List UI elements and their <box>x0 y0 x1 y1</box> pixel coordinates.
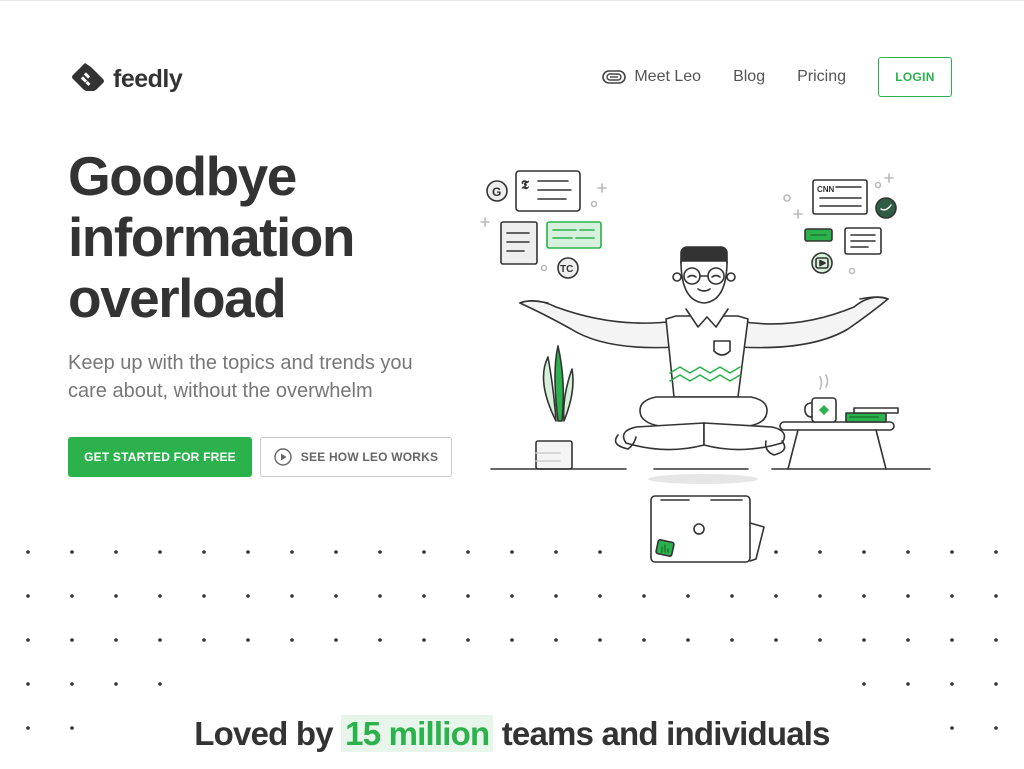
feedly-logo[interactable]: feedly <box>71 61 183 98</box>
svg-text:CNN: CNN <box>817 185 835 194</box>
nav-item-pricing[interactable]: Pricing <box>797 68 846 86</box>
tagline-highlight: 15 million <box>341 715 494 752</box>
tagline-suffix: teams and individuals <box>501 715 831 752</box>
hero-title-line: information <box>68 206 355 268</box>
social-proof-tagline: Loved by 15 million teams and individual… <box>0 713 1024 755</box>
tagline-prefix: Loved by <box>194 715 333 752</box>
get-started-button[interactable]: GET STARTED FOR FREE <box>68 437 252 477</box>
see-how-leo-works-button[interactable]: SEE HOW LEO WORKS <box>260 437 452 477</box>
hero-title-line: overload <box>68 267 287 329</box>
login-button[interactable]: LOGIN <box>878 57 952 97</box>
hero-subtitle: Keep up with the topics and trends you c… <box>68 352 413 402</box>
brand-name: feedly <box>113 65 183 93</box>
hero-cta-group: GET STARTED FOR FREE SEE HOW LEO WORKS <box>68 437 452 477</box>
hero-title: Goodbye information overload <box>68 145 355 329</box>
svg-text:G: G <box>492 185 501 199</box>
play-circle-icon <box>274 448 292 466</box>
nav-item-blog[interactable]: Blog <box>733 68 765 86</box>
hero-title-line: Goodbye <box>68 145 297 207</box>
svg-text:𝕿: 𝕿 <box>521 177 530 192</box>
feedly-logo-icon <box>71 61 107 98</box>
nav-item-meet-leo[interactable]: Meet Leo <box>602 68 701 86</box>
meditating-person-illustration: G 𝕿 TC CNN <box>480 170 931 563</box>
leo-robot-icon <box>602 69 627 85</box>
svg-text:TC: TC <box>560 264 573 275</box>
top-navigation: Meet Leo Blog Pricing LOGIN <box>602 57 952 97</box>
see-how-leo-works-label: SEE HOW LEO WORKS <box>300 450 439 464</box>
nav-item-label: Meet Leo <box>634 68 702 85</box>
